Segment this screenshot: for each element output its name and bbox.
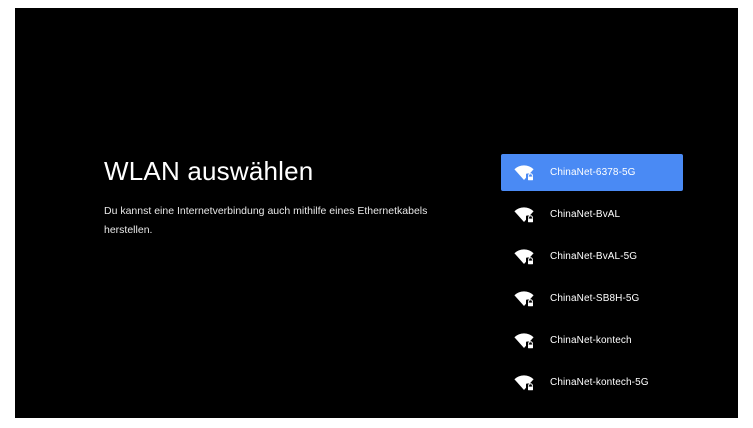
page-subtitle: Du kannst eine Internetverbindung auch m…: [104, 205, 428, 236]
network-name: ChinaNet-BvAL-5G: [550, 251, 638, 262]
network-item[interactable]: ChinaNet-SB8H-5G: [501, 280, 683, 317]
network-item[interactable]: ChinaNet-kontech-5G: [501, 364, 683, 401]
tv-screen: WLAN auswählen Du kannst eine Internetve…: [15, 8, 738, 418]
network-name: ChinaNet-SB8H-5G: [550, 293, 640, 304]
network-item[interactable]: ChinaNet-BvAL-5G: [501, 238, 683, 275]
network-item[interactable]: ChinaNet-6378-5G: [501, 154, 683, 191]
wifi-lock-icon: [514, 331, 536, 350]
wifi-lock-icon: [514, 163, 536, 182]
wifi-lock-icon: [514, 289, 536, 308]
network-list: ChinaNet-6378-5G ChinaNet-BvAL ChinaNet-…: [501, 154, 683, 406]
wifi-lock-icon: [514, 205, 536, 224]
page-title: WLAN auswählen: [104, 156, 314, 186]
header-pane: WLAN auswählen Du kannst eine Internetve…: [104, 154, 474, 240]
wifi-lock-icon: [514, 373, 536, 392]
network-name: ChinaNet-6378-5G: [550, 167, 636, 178]
wifi-lock-icon: [514, 247, 536, 266]
network-name: ChinaNet-kontech-5G: [550, 377, 649, 388]
network-item[interactable]: ChinaNet-kontech: [501, 322, 683, 359]
network-name: ChinaNet-BvAL: [550, 209, 621, 220]
network-name: ChinaNet-kontech: [550, 335, 632, 346]
network-item[interactable]: ChinaNet-BvAL: [501, 196, 683, 233]
